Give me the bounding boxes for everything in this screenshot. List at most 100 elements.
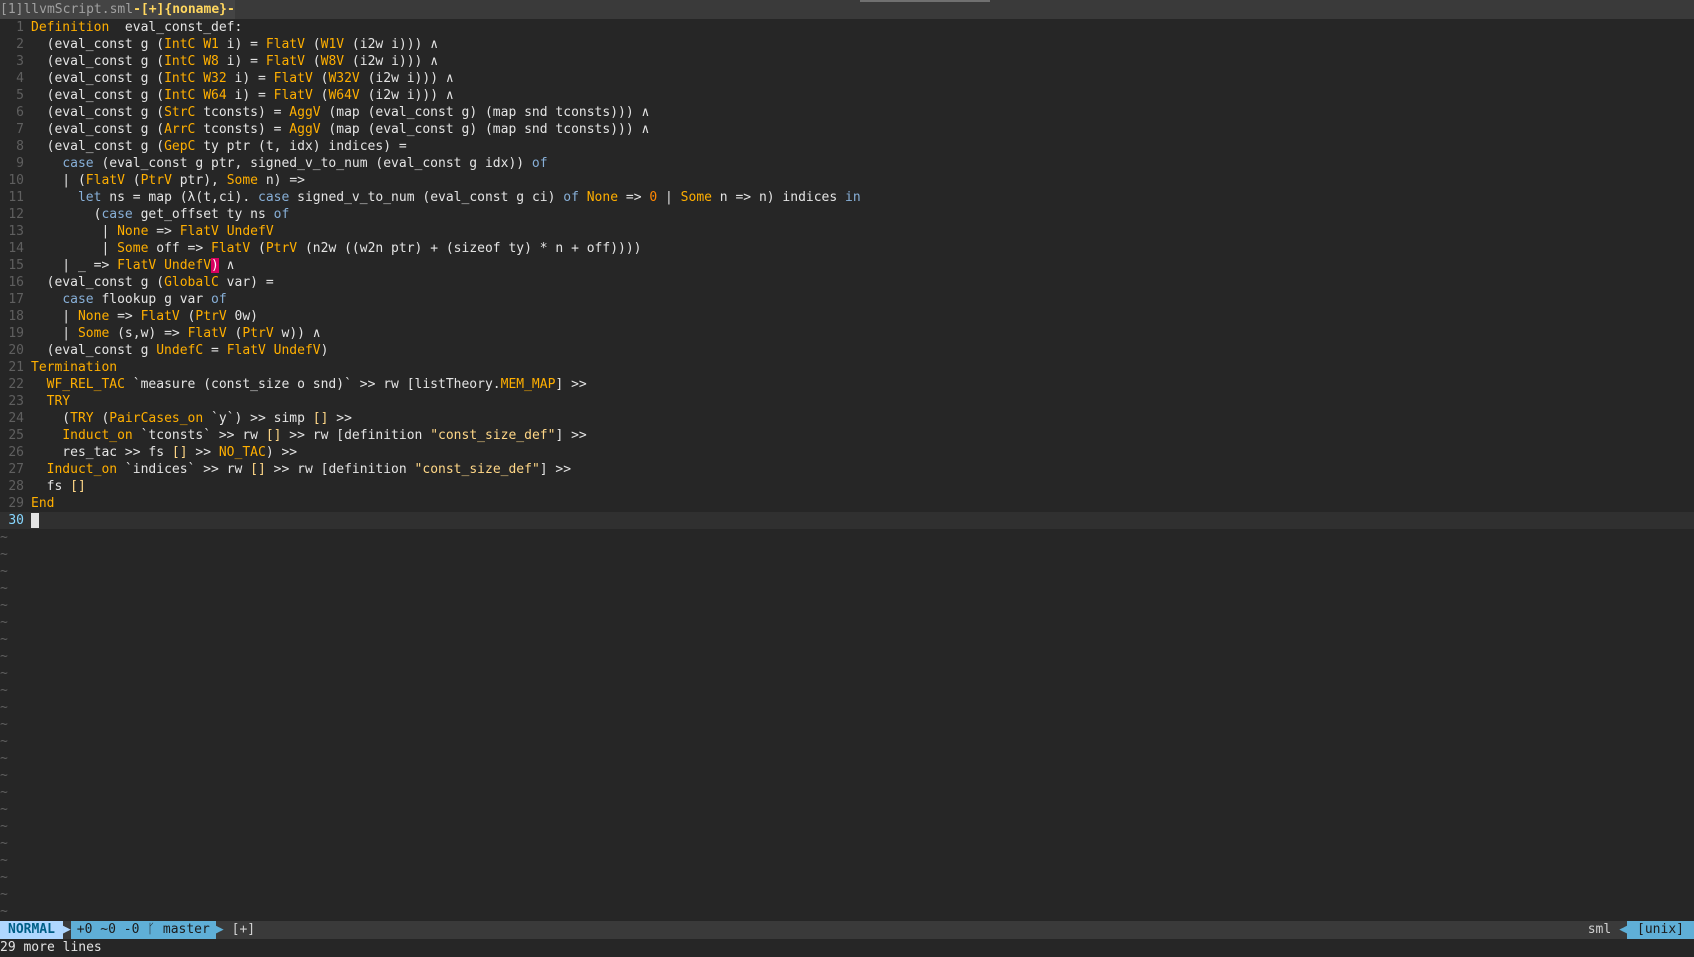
- code-token: StrC: [164, 105, 196, 120]
- code-token: 0w): [226, 309, 259, 324]
- empty-line-marker: ~: [0, 547, 8, 562]
- tab-llvmscript[interactable]: [1]llvmScript.sml: [0, 0, 134, 19]
- code-token: >>: [187, 445, 219, 460]
- statusline: NORMAL ▶ +0 ~0 -0 ᚴ master ▶ [+] sml ◀ [unix]: [0, 921, 1694, 939]
- code-text: let ns = map (λ(t,ci). case signed_v_to_…: [31, 190, 861, 205]
- code-token: TRY: [46, 394, 71, 409]
- code-line[interactable]: 17 case flookup g var of: [0, 291, 1694, 308]
- code-line[interactable]: 18 | None => FlatV (PtrV 0w): [0, 308, 1694, 325]
- code-token: of: [531, 156, 548, 171]
- code-line[interactable]: 5 (eval_const g (IntC W64 i) = FlatV (W6…: [0, 87, 1694, 104]
- tab-scroll-indicator: [860, 0, 990, 2]
- code-line[interactable]: 16 (eval_const g (GlobalC var) =: [0, 274, 1694, 291]
- code-token: TRY: [70, 411, 94, 426]
- code-token: W32V: [328, 71, 360, 86]
- code-line[interactable]: 14 | Some off => FlatV (PtrV (n2w ((w2n …: [0, 240, 1694, 257]
- code-line[interactable]: 22 WF_REL_TAC `measure (const_size o snd…: [0, 376, 1694, 393]
- code-token: i) =: [226, 88, 274, 103]
- code-token: Some: [226, 173, 259, 188]
- code-line[interactable]: 13 | None => FlatV UndefV: [0, 223, 1694, 240]
- code-text: | _ => FlatV UndefV) ∧: [31, 258, 235, 273]
- code-text: fs []: [31, 479, 86, 494]
- line-number: 7: [16, 122, 24, 137]
- code-token: ns = map (λ(t,ci).: [101, 190, 258, 205]
- code-text: WF_REL_TAC `measure (const_size o snd)` …: [31, 377, 587, 392]
- empty-line-marker: ~: [0, 666, 8, 681]
- code-line[interactable]: 2 (eval_const g (IntC W1 i) = FlatV (W1V…: [0, 36, 1694, 53]
- empty-line-marker: ~: [0, 887, 8, 902]
- command-line[interactable]: 29 more lines: [0, 939, 1694, 957]
- code-text: Induct_on `indices` >> rw [] >> rw [defi…: [31, 462, 571, 477]
- code-token: (: [304, 37, 321, 52]
- code-token: (eval_const g: [31, 105, 157, 120]
- code-token: Some: [680, 190, 712, 205]
- code-token: tconsts) =: [195, 105, 290, 120]
- code-token: IntC W1: [164, 37, 219, 52]
- code-line[interactable]: 23 TRY: [0, 393, 1694, 410]
- code-line[interactable]: 3 (eval_const g (IntC W8 i) = FlatV (W8V…: [0, 53, 1694, 70]
- code-token: (: [312, 88, 329, 103]
- code-token: (: [226, 326, 243, 341]
- code-token: None: [586, 190, 619, 205]
- code-token: let: [77, 190, 102, 205]
- tab-noname[interactable]: -[+]{noname}-: [133, 0, 235, 19]
- code-line[interactable]: 29 End: [0, 495, 1694, 512]
- code-token: IntC W8: [164, 54, 219, 69]
- line-number: 24: [8, 411, 24, 426]
- code-token: (: [304, 54, 321, 69]
- code-token: []: [171, 445, 188, 460]
- code-token: GlobalC: [164, 275, 219, 290]
- line-number: 1: [16, 20, 24, 35]
- code-token: of: [211, 292, 227, 307]
- separator-arrow-icon: ▶: [215, 922, 224, 937]
- code-token: ): [211, 258, 219, 273]
- code-token: FlatV: [140, 309, 180, 324]
- code-line[interactable]: 6 (eval_const g (StrC tconsts) = AggV (m…: [0, 104, 1694, 121]
- code-line[interactable]: 7 (eval_const g (ArrC tconsts) = AggV (m…: [0, 121, 1694, 138]
- code-line[interactable]: 21 Termination: [0, 359, 1694, 376]
- code-token: 0: [649, 190, 658, 205]
- code-token: PairCases_on: [109, 411, 204, 426]
- code-token: PtrV: [195, 309, 227, 324]
- code-line[interactable]: 28 fs []: [0, 478, 1694, 495]
- code-token: ] >>: [555, 428, 587, 443]
- code-line[interactable]: 20 (eval_const g UndefC = FlatV UndefV): [0, 342, 1694, 359]
- tabline: [1]llvmScript.sml-[+]{noname}-: [0, 0, 1694, 19]
- code-token: W8V: [320, 54, 345, 69]
- code-token: (eval_const g: [31, 122, 157, 137]
- code-line[interactable]: 12 (case get_offset ty ns of: [0, 206, 1694, 223]
- code-line[interactable]: 19 | Some (s,w) => FlatV (PtrV w)) ∧: [0, 325, 1694, 342]
- code-text: res_tac >> fs [] >> NO_TAC) >>: [31, 445, 297, 460]
- code-line[interactable]: 10 | (FlatV (PtrV ptr), Some n) =>: [0, 172, 1694, 189]
- code-token: |: [31, 241, 118, 256]
- code-token: UndefV: [273, 343, 321, 358]
- code-token: (: [93, 411, 110, 426]
- empty-line-marker: ~: [0, 819, 8, 834]
- code-line[interactable]: 15 | _ => FlatV UndefV) ∧: [0, 257, 1694, 274]
- code-token: ] >>: [539, 462, 572, 477]
- code-text: (eval_const g (IntC W64 i) = FlatV (W64V…: [31, 88, 454, 103]
- code-line[interactable]: 9 case (eval_const g ptr, signed_v_to_nu…: [0, 155, 1694, 172]
- code-line[interactable]: 4 (eval_const g (IntC W32 i) = FlatV (W3…: [0, 70, 1694, 87]
- line-number: 28: [8, 479, 24, 494]
- code-line[interactable]: 25 Induct_on `tconsts` >> rw [] >> rw [d…: [0, 427, 1694, 444]
- code-token: in: [845, 190, 861, 205]
- code-line[interactable]: 8 (eval_const g (GepC ty ptr (t, idx) in…: [0, 138, 1694, 155]
- code-token: Definition: [31, 20, 110, 35]
- empty-line-marker: ~: [0, 853, 8, 868]
- code-line[interactable]: 1 Definition eval_const_def:: [0, 19, 1694, 36]
- code-line[interactable]: 11 let ns = map (λ(t,ci). case signed_v_…: [0, 189, 1694, 206]
- code-line[interactable]: 30: [0, 512, 1694, 529]
- code-token: | (: [31, 173, 86, 188]
- code-text: Induct_on `tconsts` >> rw [] >> rw [defi…: [31, 428, 587, 443]
- code-line[interactable]: 26 res_tac >> fs [] >> NO_TAC) >>: [0, 444, 1694, 461]
- code-text: [31, 513, 39, 528]
- code-text: | (FlatV (PtrV ptr), Some n) =>: [31, 173, 305, 188]
- code-line[interactable]: 24 (TRY (PairCases_on `y`) >> simp [] >>: [0, 410, 1694, 427]
- code-text: case flookup g var of: [31, 292, 227, 307]
- code-line[interactable]: 27 Induct_on `indices` >> rw [] >> rw [d…: [0, 461, 1694, 478]
- editor-buffer[interactable]: 1 Definition eval_const_def: 2 (eval_const…: [0, 19, 1694, 921]
